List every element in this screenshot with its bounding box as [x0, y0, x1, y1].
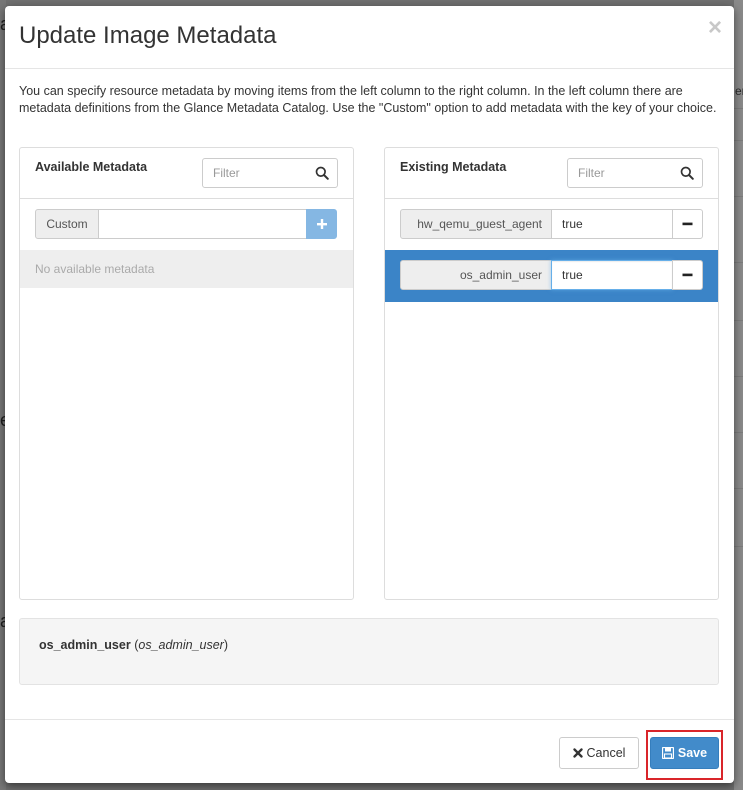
metadata-item: os_admin_user: [400, 260, 703, 290]
existing-metadata-panel: Existing Metadata hw_qemu_guest_agent: [384, 147, 719, 600]
info-name: os_admin_user: [138, 638, 224, 652]
search-icon[interactable]: [315, 166, 329, 180]
available-filter-input[interactable]: [203, 159, 307, 187]
cancel-button[interactable]: Cancel: [559, 737, 639, 769]
metadata-row[interactable]: hw_qemu_guest_agent: [385, 199, 718, 251]
metadata-key-label: hw_qemu_guest_agent: [400, 209, 552, 239]
background-text: er: [735, 84, 743, 98]
background-right-edge: er: [734, 0, 743, 790]
info-paren-close: ): [223, 638, 229, 652]
existing-filter: [567, 158, 703, 188]
modal-header: Update Image Metadata ×: [5, 6, 734, 69]
close-icon: [572, 748, 583, 758]
available-filter: [202, 158, 338, 188]
update-metadata-modal: Update Image Metadata × You can specify …: [5, 6, 734, 783]
search-icon[interactable]: [680, 166, 694, 180]
metadata-info-box: os_admin_user (os_admin_user): [19, 618, 719, 685]
existing-filter-input[interactable]: [568, 159, 672, 187]
info-key: os_admin_user: [39, 638, 131, 652]
close-icon[interactable]: ×: [708, 16, 722, 40]
available-metadata-heading: Available Metadata: [35, 160, 148, 174]
metadata-value-input[interactable]: [551, 209, 673, 239]
metadata-value-input[interactable]: [551, 260, 673, 290]
add-custom-button[interactable]: [306, 209, 337, 239]
metadata-item: hw_qemu_guest_agent: [400, 209, 703, 239]
custom-key-input[interactable]: [98, 209, 307, 239]
cancel-label: Cancel: [586, 746, 626, 760]
plus-icon: [317, 219, 327, 229]
remove-metadata-button[interactable]: [672, 209, 703, 239]
metadata-row-selected[interactable]: os_admin_user: [385, 250, 718, 302]
metadata-key-label: os_admin_user: [400, 260, 552, 290]
remove-metadata-button[interactable]: [672, 260, 703, 290]
metadata-info-text: os_admin_user (os_admin_user): [39, 638, 228, 652]
minus-icon: [682, 222, 693, 226]
no-available-metadata: No available metadata: [20, 250, 353, 288]
existing-metadata-heading: Existing Metadata: [400, 160, 507, 174]
custom-metadata-group: Custom: [35, 209, 338, 239]
modal-footer: Cancel Save: [5, 719, 734, 783]
modal-description: You can specify resource metadata by mov…: [19, 84, 717, 115]
divider: [20, 198, 353, 199]
minus-icon: [682, 273, 693, 277]
available-metadata-panel: Available Metadata Custom No available m…: [19, 147, 354, 600]
custom-label: Custom: [35, 209, 99, 239]
modal-title: Update Image Metadata: [19, 22, 277, 49]
save-highlight-annotation: [646, 730, 723, 780]
